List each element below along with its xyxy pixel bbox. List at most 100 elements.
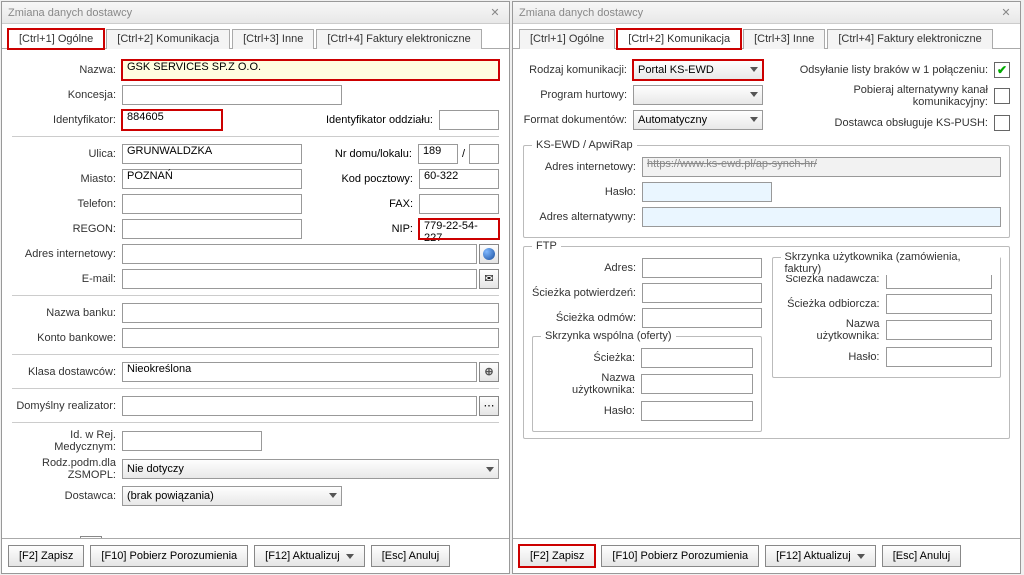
input-lokal[interactable]: [469, 144, 499, 164]
ellipsis-icon: ⋯: [484, 399, 495, 412]
select-proghurt[interactable]: [633, 85, 763, 105]
label-adresint2: Adres internetowy:: [532, 161, 642, 173]
pobierz-button[interactable]: [F10] Pobierz Porozumienia: [90, 545, 248, 567]
group-offers: Skrzynka wspólna (oferty) Ścieżka: Nazwa…: [532, 336, 762, 432]
tab-bar: [Ctrl+1] Ogólne [Ctrl+2] Komunikacja [Ct…: [513, 24, 1020, 49]
klasa-add-button[interactable]: ⊕: [479, 362, 499, 382]
anuluj-button[interactable]: [Esc] Anuluj: [371, 545, 450, 567]
window-title: Zmiana danych dostawcy: [519, 7, 643, 19]
chevron-down-icon: [329, 493, 337, 498]
tab-komunikacja[interactable]: [Ctrl+2] Komunikacja: [617, 29, 741, 49]
input-scodb[interactable]: [886, 294, 993, 314]
label-domreal: Domyślny realizator:: [12, 400, 122, 412]
input-ulica[interactable]: GRUNWALDZKA: [122, 144, 302, 164]
tab-ogolne[interactable]: [Ctrl+1] Ogólne: [8, 29, 104, 49]
save-button[interactable]: [F2] Zapisz: [519, 545, 595, 567]
close-icon[interactable]: ✕: [487, 5, 503, 21]
input-idrej[interactable]: [122, 431, 262, 451]
input-konto[interactable]: [122, 328, 499, 348]
input-klasa[interactable]: Nieokreślona: [122, 362, 477, 382]
check-icon: ✔: [997, 63, 1007, 77]
input-nazwauz2[interactable]: [886, 320, 993, 340]
input-regon[interactable]: [122, 219, 302, 239]
input-koncesja[interactable]: [122, 85, 342, 105]
label-email: E-mail:: [12, 273, 122, 285]
input-nrdomu[interactable]: 189: [418, 144, 458, 164]
label-sciezka: Ścieżka:: [541, 352, 641, 364]
input-email[interactable]: [122, 269, 477, 289]
tab-inne[interactable]: [Ctrl+3] Inne: [743, 29, 825, 49]
input-fax[interactable]: [419, 194, 499, 214]
input-sciezka[interactable]: [641, 348, 753, 368]
label-formatdok: Format dokumentów:: [523, 114, 633, 126]
label-adres: Adres:: [532, 262, 642, 274]
window-ogolne: Zmiana danych dostawcy ✕ [Ctrl+1] Ogólne…: [1, 1, 510, 574]
label-adresint: Adres internetowy:: [12, 248, 122, 260]
input-scpot[interactable]: [642, 283, 762, 303]
aktual-button[interactable]: [F12] Aktualizuj: [254, 545, 365, 567]
group-userbox: Skrzynka użytkownika (zamówienia, faktur…: [772, 257, 1002, 378]
select-rodzkom[interactable]: Portal KS-EWD: [633, 60, 763, 80]
input-adresint2[interactable]: https://www.ks-ewd.pl/ap-synch-hr/: [642, 157, 1001, 177]
input-kod[interactable]: 60-322: [419, 169, 499, 189]
checkbox-odsy[interactable]: ✔: [994, 62, 1010, 78]
email-button[interactable]: ✉: [479, 269, 499, 289]
tab-faktury[interactable]: [Ctrl+4] Faktury elektroniczne: [316, 29, 481, 49]
select-rodzpodm[interactable]: Nie dotyczy: [122, 459, 499, 479]
input-ident[interactable]: 884605: [122, 110, 222, 130]
label-ident: Identyfikator:: [12, 114, 122, 126]
tab-inne[interactable]: [Ctrl+3] Inne: [232, 29, 314, 49]
save-button[interactable]: [F2] Zapisz: [8, 545, 84, 567]
tab-faktury[interactable]: [Ctrl+4] Faktury elektroniczne: [827, 29, 992, 49]
group-title-ksewd: KS-EWD / ApwiRap: [532, 139, 637, 151]
tab-ogolne[interactable]: [Ctrl+1] Ogólne: [519, 29, 615, 49]
pobierz-button[interactable]: [F10] Pobierz Porozumienia: [601, 545, 759, 567]
input-bank[interactable]: [122, 303, 499, 323]
label-nip: NIP:: [302, 223, 419, 235]
input-telefon[interactable]: [122, 194, 302, 214]
input-haslo3[interactable]: [886, 347, 993, 367]
input-nip[interactable]: 779-22-54-227: [419, 219, 499, 239]
label-scodb: Ścieżka odbiorcza:: [781, 298, 886, 310]
checkbox-kspush[interactable]: [994, 115, 1010, 131]
label-dostawca: Dostawca:: [12, 490, 122, 502]
label-regon: REGON:: [12, 223, 122, 235]
tab-bar: [Ctrl+1] Ogólne [Ctrl+2] Komunikacja [Ct…: [2, 24, 509, 49]
label-nrdomu: Nr domu/lokalu:: [302, 148, 418, 160]
checkbox-pobalt[interactable]: [994, 88, 1010, 104]
group-ftp: FTP Adres: Ścieżka potwierdzeń: Ścieżka …: [523, 246, 1010, 439]
input-adresalt[interactable]: [642, 207, 1001, 227]
input-nazwa[interactable]: GSK SERVICES SP.Z O.O.: [122, 60, 499, 80]
chevron-down-icon: [750, 92, 758, 97]
input-nazwauz[interactable]: [641, 374, 753, 394]
anuluj-button[interactable]: [Esc] Anuluj: [882, 545, 961, 567]
input-miasto[interactable]: POZNAŃ: [122, 169, 302, 189]
input-adresint[interactable]: [122, 244, 477, 264]
chevron-down-icon: [750, 67, 758, 72]
label-scpot: Ścieżka potwierdzeń:: [532, 287, 642, 299]
select-formatdok[interactable]: Automatyczny: [633, 110, 763, 130]
label-haslo2: Hasło:: [541, 405, 641, 417]
label-haslo3: Hasło:: [781, 351, 886, 363]
window-komunikacja: Zmiana danych dostawcy ✕ [Ctrl+1] Ogólne…: [512, 1, 1021, 574]
label-telefon: Telefon:: [12, 198, 122, 210]
label-miasto: Miasto:: [12, 173, 122, 185]
input-haslo2[interactable]: [641, 401, 753, 421]
label-nazwauz2: Nazwa użytkownika:: [781, 318, 886, 342]
group-title-userbox: Skrzynka użytkownika (zamówienia, faktur…: [781, 251, 1001, 275]
domreal-button[interactable]: ⋯: [479, 396, 499, 416]
globe-button[interactable]: [479, 244, 499, 264]
tab-komunikacja[interactable]: [Ctrl+2] Komunikacja: [106, 29, 230, 49]
input-identodd[interactable]: [439, 110, 499, 130]
label-identodd: Identyfikator oddziału:: [222, 114, 439, 126]
label-kspush: Dostawca obsługuje KS-PUSH:: [780, 117, 994, 129]
input-ftp-adres[interactable]: [642, 258, 762, 278]
close-icon[interactable]: ✕: [998, 5, 1014, 21]
select-dostawca[interactable]: (brak powiązania): [122, 486, 342, 506]
input-domreal[interactable]: [122, 396, 477, 416]
group-ksewd: KS-EWD / ApwiRap Adres internetowy:https…: [523, 145, 1010, 238]
input-haslo[interactable]: [642, 182, 772, 202]
aktual-button[interactable]: [F12] Aktualizuj: [765, 545, 876, 567]
content-ogolne: Nazwa: GSK SERVICES SP.Z O.O. Koncesja: …: [2, 49, 509, 538]
input-scodm[interactable]: [642, 308, 762, 328]
